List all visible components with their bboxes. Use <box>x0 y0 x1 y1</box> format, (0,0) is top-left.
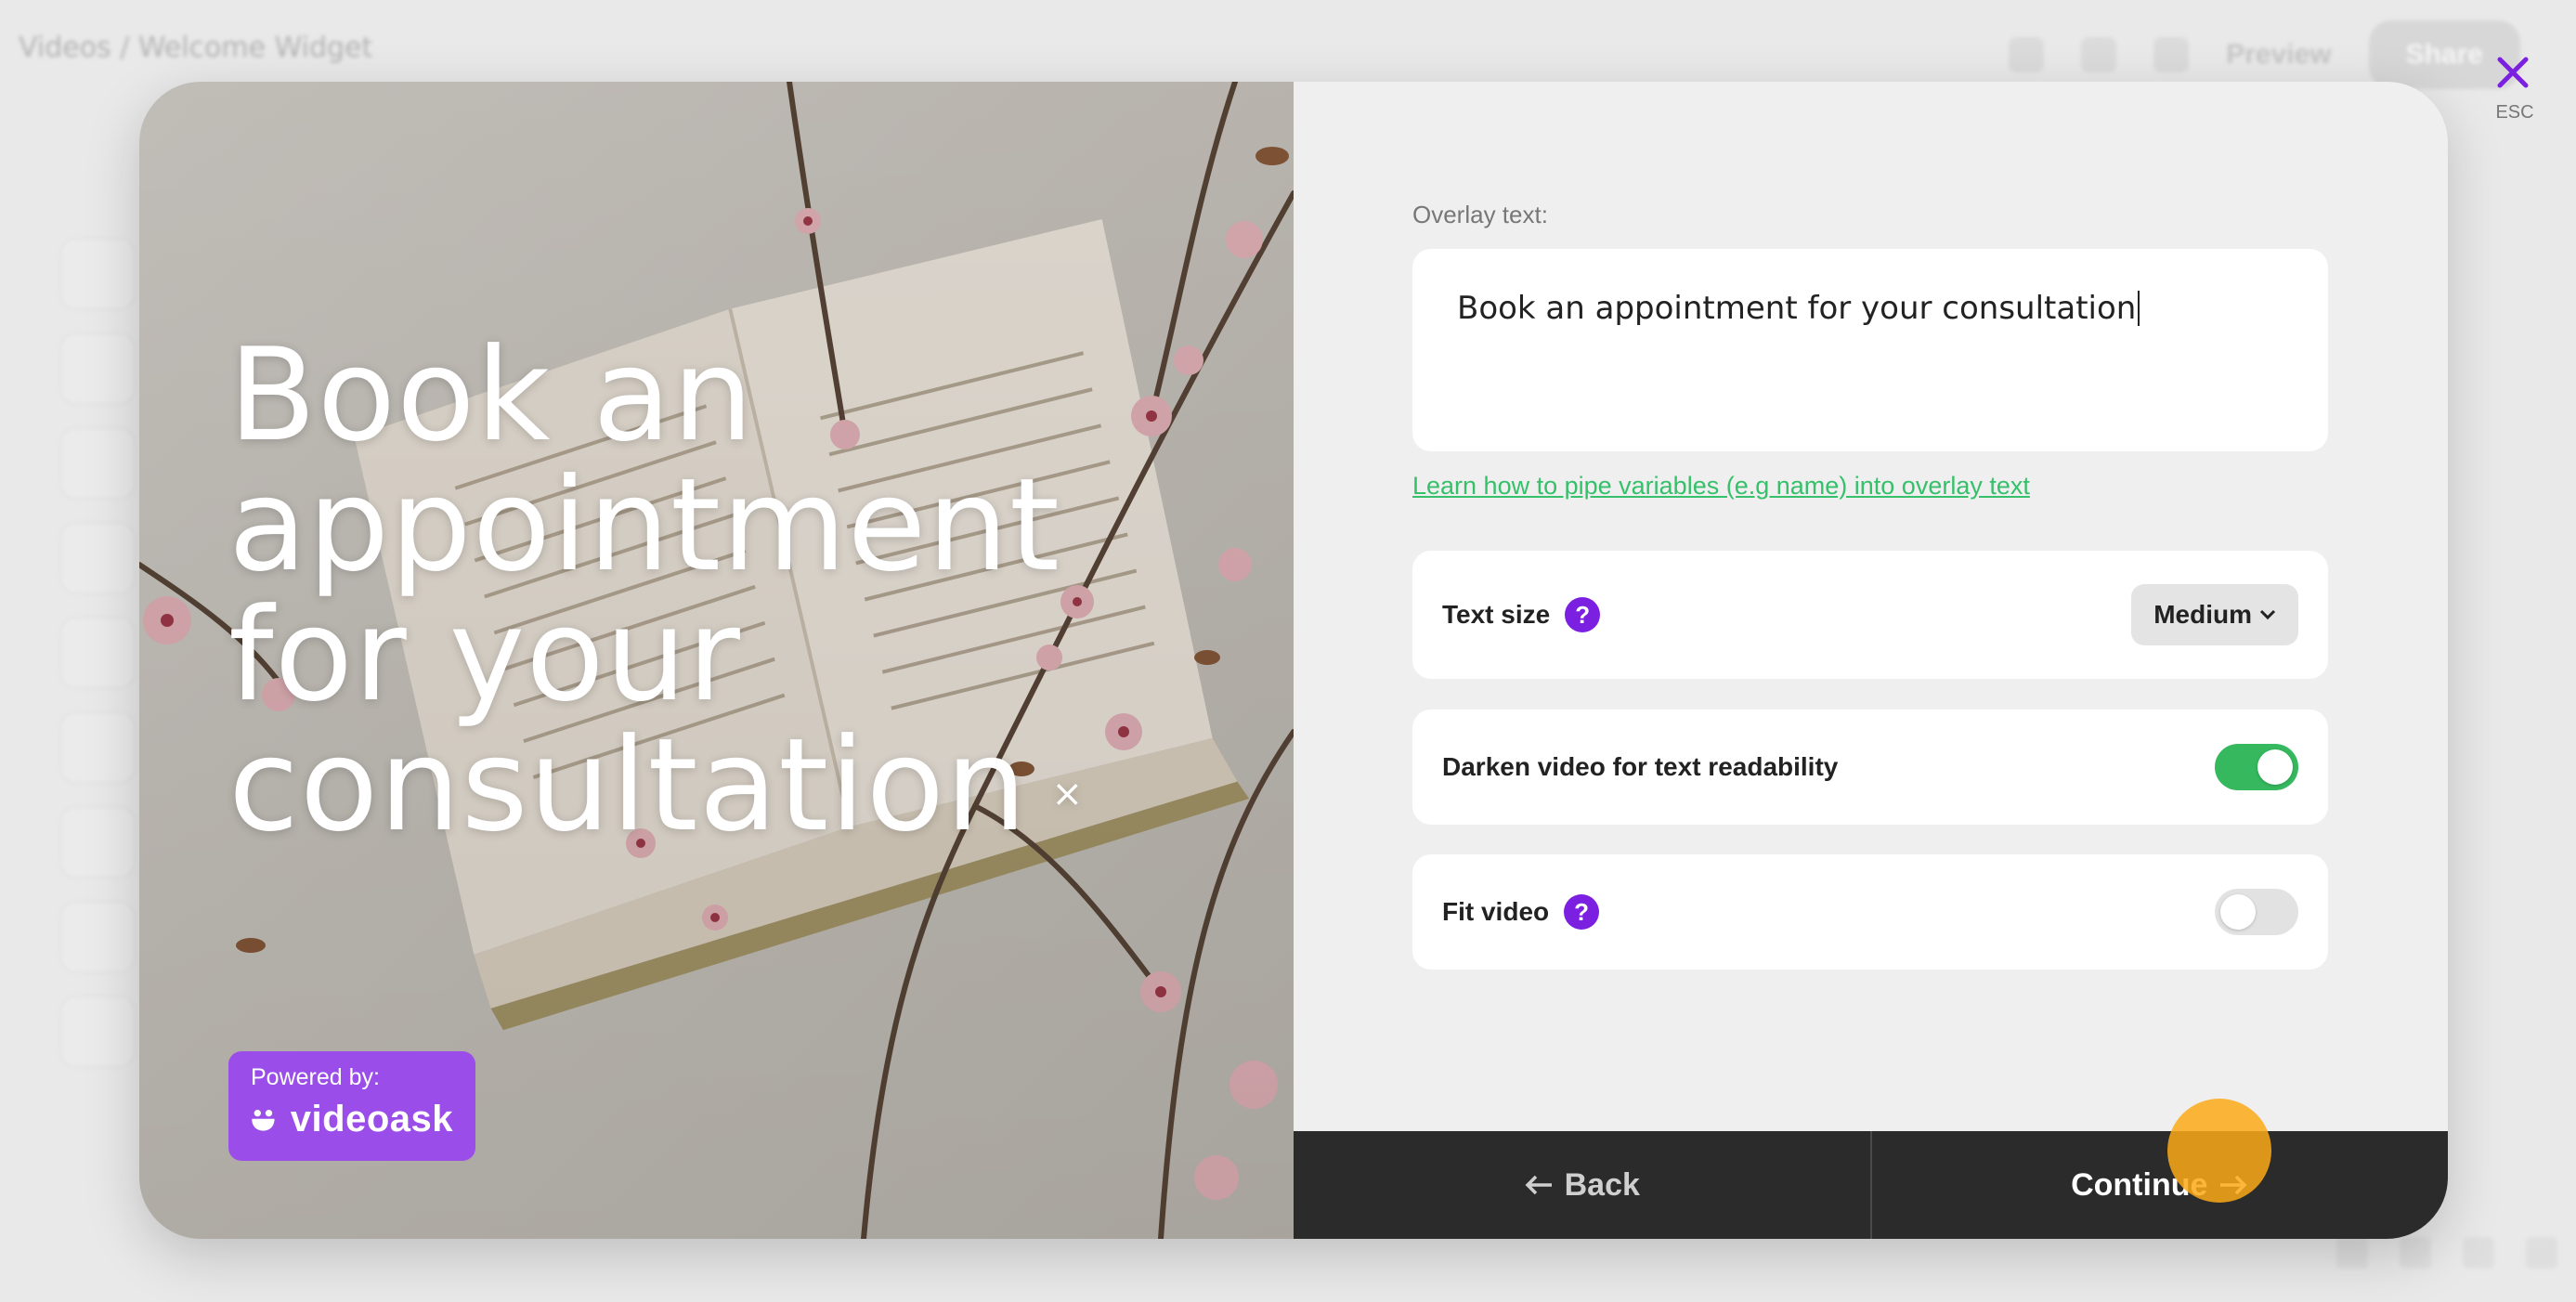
continue-button[interactable]: Continue <box>1872 1131 2449 1239</box>
help-icon <box>2009 37 2045 72</box>
continue-label: Continue <box>2071 1166 2208 1203</box>
rail-video-icon <box>59 238 136 310</box>
text-caret <box>2138 291 2140 326</box>
rail-button-icon <box>59 522 136 594</box>
zoom-out-icon <box>2400 1237 2431 1269</box>
gear-icon <box>2081 37 2117 72</box>
fit-video-label: Fit video <box>1442 897 1550 926</box>
learn-pipe-variables-link[interactable]: Learn how to pipe variables (e.g name) i… <box>1412 472 2030 501</box>
text-size-label: Text size <box>1442 600 1551 629</box>
left-tool-rail <box>59 238 136 1068</box>
fit-video-card: Fit video ? <box>1412 854 2328 970</box>
variables-icon <box>2153 37 2190 72</box>
darken-video-toggle[interactable] <box>2215 744 2298 790</box>
preview-button: Preview <box>2226 39 2332 70</box>
brand-name: videoask <box>290 1099 453 1139</box>
text-size-value: Medium <box>2153 600 2252 629</box>
back-button[interactable]: Back <box>1294 1131 1872 1239</box>
powered-by-label: Powered by: <box>251 1064 380 1090</box>
rail-contact-icon <box>59 617 136 689</box>
breadcrumb: Videos / Welcome Widget <box>19 32 373 64</box>
rail-chat-icon <box>59 332 136 405</box>
text-size-card: Text size ? Medium <box>1412 551 2328 679</box>
video-preview: Book an appointment for your consultatio… <box>139 82 1294 1239</box>
darken-video-card: Darken video for text readability <box>1412 710 2328 825</box>
text-size-select[interactable]: Medium <box>2131 584 2298 645</box>
brand-row: videoask <box>251 1099 453 1140</box>
esc-hint: ESC <box>2495 102 2534 123</box>
fit-video-help-icon[interactable]: ? <box>1564 894 1600 930</box>
rail-card-icon <box>59 996 136 1068</box>
text-size-label-group: Text size ? <box>1442 597 1601 632</box>
fit-icon <box>2336 1237 2368 1269</box>
videoask-logo-icon <box>252 1109 275 1131</box>
rail-smile-icon <box>59 711 136 784</box>
rail-upload-icon <box>59 806 136 879</box>
overlay-text-content: Book an appointment for your consultatio… <box>228 320 1061 860</box>
grid-icon <box>2526 1237 2557 1269</box>
settings-panel: Overlay text: Book an appointment for yo… <box>1294 82 2448 1131</box>
powered-by-badge[interactable]: Powered by: videoask <box>228 1051 475 1161</box>
back-label: Back <box>1564 1166 1640 1203</box>
modal-footer: Back Continue <box>1294 1131 2448 1239</box>
toggle-knob <box>2257 749 2293 785</box>
zoom-controls <box>2336 1237 2557 1269</box>
zoom-in-icon <box>2463 1237 2494 1269</box>
fit-video-label-group: Fit video ? <box>1442 894 1600 930</box>
darken-video-label: Darken video for text readability <box>1442 752 1839 781</box>
arrow-left-icon <box>1525 1175 1552 1195</box>
overlay-text-value: Book an appointment for your consultatio… <box>1457 290 2137 327</box>
overlay-text-input[interactable]: Book an appointment for your consultatio… <box>1412 249 2328 451</box>
fit-video-toggle[interactable] <box>2215 889 2298 935</box>
arrow-right-icon <box>2220 1175 2247 1195</box>
chevron-down-icon <box>2259 609 2276 620</box>
close-icon[interactable] <box>2494 54 2531 91</box>
overlay-settings-modal: Book an appointment for your consultatio… <box>139 82 2448 1239</box>
top-toolbar: Preview Share <box>2009 20 2520 89</box>
overlay-text-label: Overlay text: <box>1412 201 1548 228</box>
rail-calendar-icon <box>59 901 136 973</box>
text-size-help-icon[interactable]: ? <box>1565 597 1601 632</box>
overlay-close-icon[interactable]: × <box>1051 775 1084 813</box>
rail-list-icon <box>59 427 136 500</box>
overlay-text-preview: Book an appointment for your consultatio… <box>228 331 1194 851</box>
toggle-knob <box>2220 894 2256 930</box>
